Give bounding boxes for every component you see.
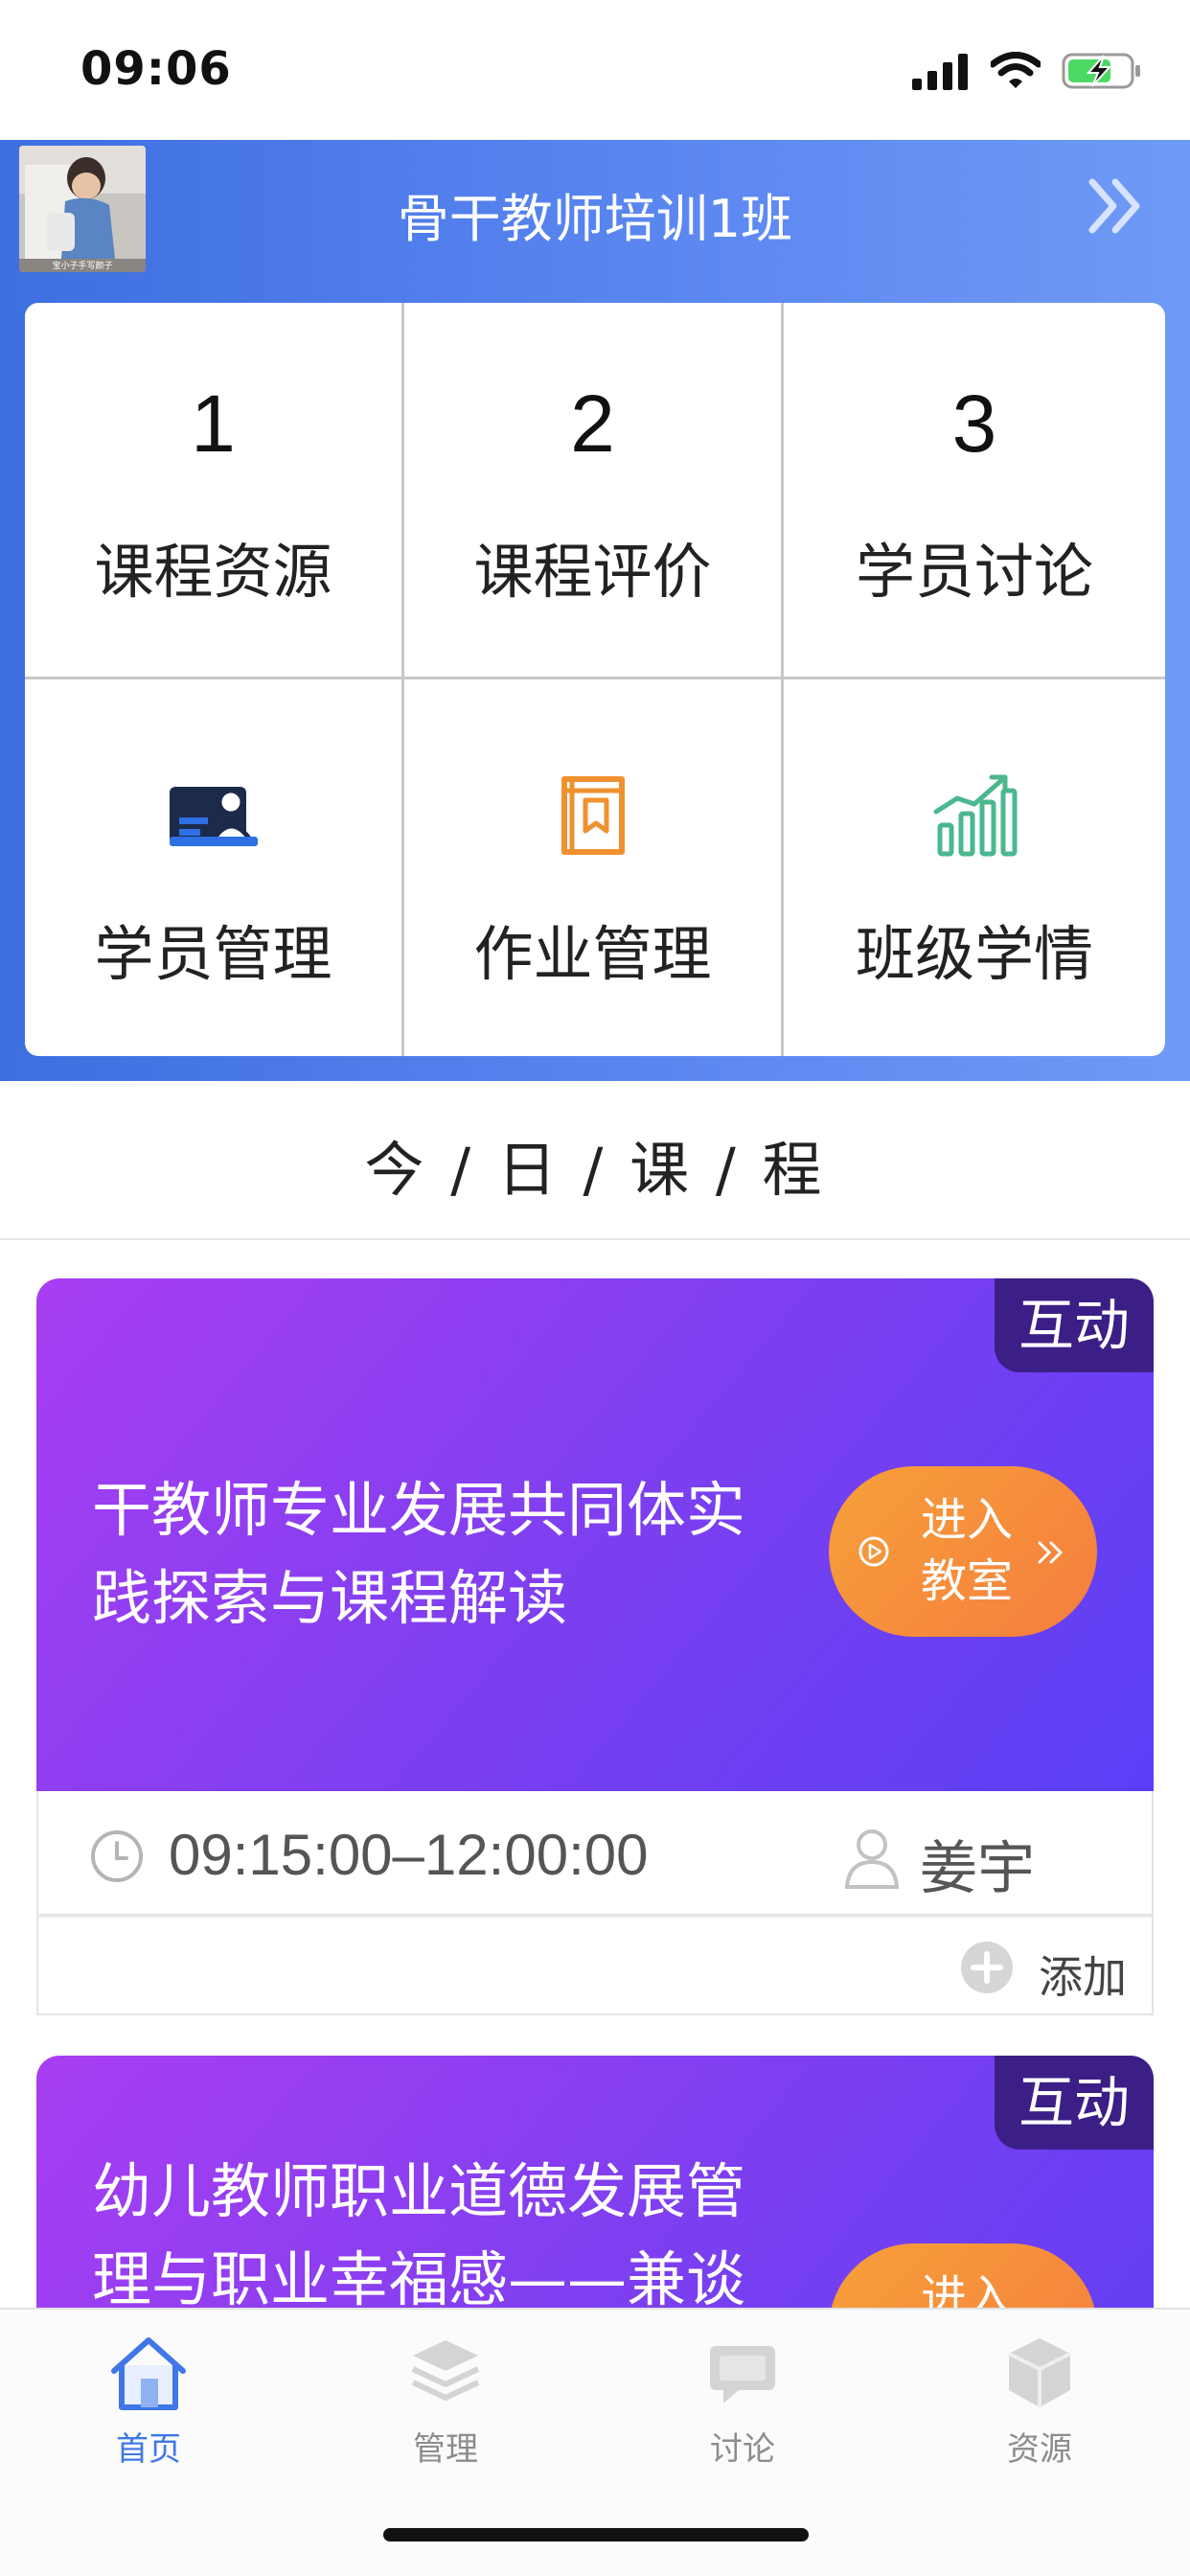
home-indicator[interactable] [383,2528,809,2542]
tab-label: 讨论 [710,2430,775,2469]
course-name: 幼儿教师职业道德发展管 理与职业幸福感——兼谈 [92,2148,839,2324]
stat-label: 课程资源 [94,537,332,607]
home-icon [111,2337,186,2410]
status-time: 09:06 [80,42,232,96]
cube-icon [1008,2338,1071,2407]
tool-label: 学员管理 [94,919,332,989]
student-card-icon [169,787,258,846]
growth-chart-icon [933,774,1018,857]
double-chevron-right-icon[interactable] [1085,174,1148,238]
tab-home[interactable]: 首页 [34,2327,263,2469]
class-title: 骨干教师培训1班 [397,189,793,249]
tab-label: 首页 [116,2430,181,2469]
course-name-line: 践探索与课程解读 [92,1563,568,1633]
course-info-row: 09:15:00–12:00:00 姜宇 [36,1791,1154,1916]
stat-label: 学员讨论 [855,537,1093,607]
add-circle-icon[interactable] [960,1941,1014,1994]
chat-icon [710,2346,775,2404]
stat-value: 1 [191,379,236,469]
today-courses-title: 今 / 日 / 课 / 程 [364,1135,826,1205]
section-divider [0,1238,1190,1240]
class-header: 宝小子手写颜子 骨干教师培训1班 1 课程资源 2 课程评价 3 学员讨论 学员… [0,140,1190,1081]
tool-label: 班级学情 [855,919,1093,989]
tool-student-management[interactable]: 学员管理 [25,679,404,1056]
course-actions-row: 添加 [36,1916,1154,2015]
status-bar: 09:06 [0,0,1190,140]
course-time: 09:15:00–12:00:00 [169,1823,649,1887]
wifi-icon [991,52,1041,88]
class-dashboard-grid: 1 课程资源 2 课程评价 3 学员讨论 学员管理 作业管理 班级学情 [25,303,1165,1056]
stat-student-discussions[interactable]: 3 学员讨论 [784,303,1165,679]
person-icon [844,1829,900,1889]
double-chevron-right-icon [1038,1541,1064,1564]
tab-resources[interactable]: 资源 [925,2327,1155,2469]
battery-charging-icon [1062,53,1140,89]
signal-icon [912,54,968,90]
tab-discussion[interactable]: 讨论 [628,2327,858,2469]
course-card: 互动 干教师专业发展共同体实 践探索与课程解读 进入 教室 09:15:00–1 [36,1278,1154,2015]
teacher-name: 姜宇 [920,1835,1035,1902]
enter-classroom-label: 进入 教室 [909,1489,1024,1612]
course-name-line: 干教师专业发展共同体实 [92,1475,746,1545]
enter-label-line: 教室 [920,1554,1013,1608]
tab-label: 资源 [1007,2430,1072,2469]
course-type-tag: 互动 [995,2056,1154,2150]
course-type-tag: 互动 [995,1278,1154,1372]
tab-manage[interactable]: 管理 [331,2327,561,2469]
stat-course-resources[interactable]: 1 课程资源 [25,303,404,679]
clock-icon [91,1830,143,1882]
avatar-caption: 宝小子手写颜子 [52,260,112,271]
tool-label: 作业管理 [473,919,712,989]
stat-course-evaluations[interactable]: 2 课程评价 [404,303,784,679]
enter-classroom-button[interactable]: 进入 教室 [829,1466,1097,1637]
play-circle-icon [858,1536,889,1567]
stat-label: 课程评价 [473,537,712,607]
course-name: 干教师专业发展共同体实 践探索与课程解读 [92,1466,839,1643]
book-bookmark-icon [561,776,625,855]
stat-value: 3 [951,379,997,469]
add-button[interactable]: 添加 [1039,1943,1127,2006]
tool-class-learning-status[interactable]: 班级学情 [784,679,1165,1056]
stat-value: 2 [570,379,615,469]
course-banner[interactable]: 互动 干教师专业发展共同体实 践探索与课程解读 进入 教室 [36,1278,1154,1791]
tool-homework-management[interactable]: 作业管理 [404,679,784,1056]
course-name-line: 幼儿教师职业道德发展管 [92,2156,746,2226]
tab-label: 管理 [413,2430,478,2469]
enter-label-line: 进入 [920,1493,1013,1547]
layers-icon [411,2340,480,2401]
status-icons [912,50,1142,92]
